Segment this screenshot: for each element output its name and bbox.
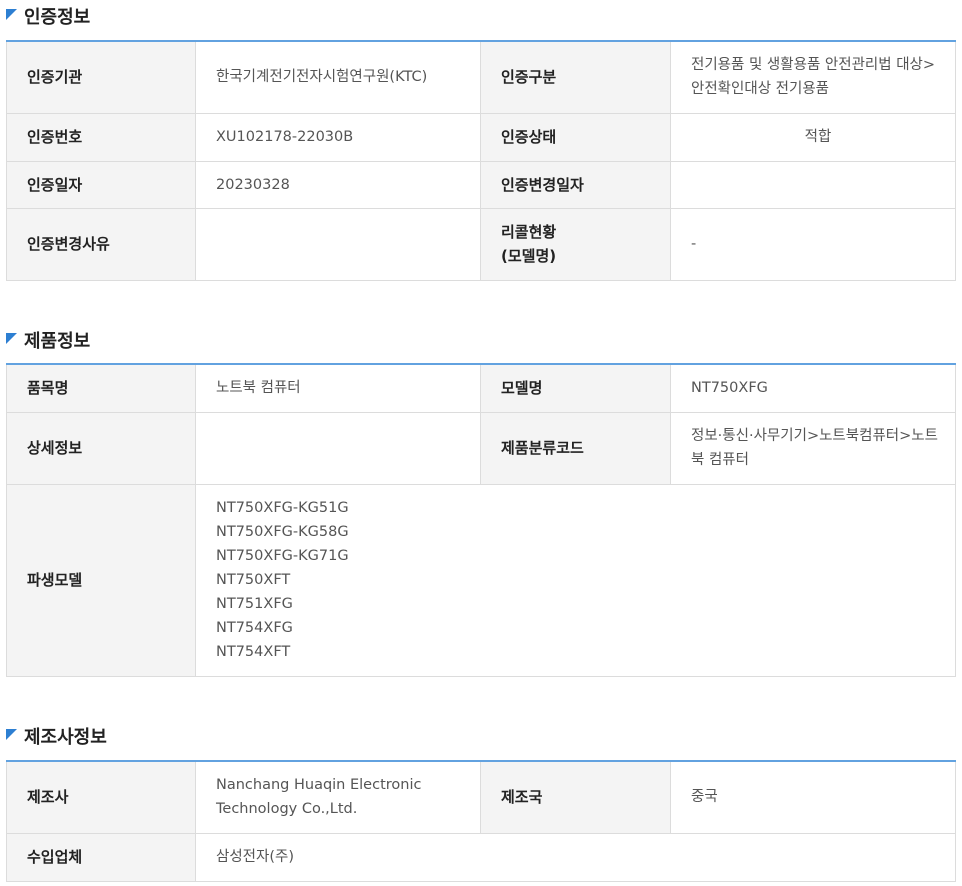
importer-label: 수입업체 [6,832,196,882]
number-label: 인증번호 [6,112,196,162]
country-value: 중국 [670,760,956,834]
product-title-text: 제품정보 [24,331,91,352]
maker-table: 제조사 Nanchang Huaqin Electronic Technolog… [6,760,956,882]
date-label: 인증일자 [6,160,196,209]
derived-model-item: NT750XFG-KG58G [216,524,349,540]
status-value: 적합 [670,112,956,162]
derived-label: 파생모델 [6,483,196,677]
recall-label-line2: (모델명) [501,247,557,265]
product-section-title: 제품정보 [6,328,90,352]
agency-value: 한국기계전기전자시험연구원(KTC) [195,40,481,114]
agency-label: 인증기관 [6,40,196,114]
recall-value: - [670,207,956,281]
type-label: 인증구분 [480,40,671,114]
maker-value: Nanchang Huaqin Electronic Technology Co… [195,760,481,834]
importer-value: 삼성전자(주) [195,832,956,882]
recall-label-line1: 리콜현황 [501,223,557,241]
code-label: 제품분류코드 [480,411,671,485]
product-table: 품목명 노트북 컴퓨터 모델명 NT750XFG 상세정보 제품분류코드 정보·… [6,363,956,677]
derived-model-item: NT750XFG-KG51G [216,500,349,516]
derived-model-item: NT754XFT [216,644,291,660]
date-value: 20230328 [195,160,481,209]
section-bullet-icon [6,8,17,20]
status-label: 인증상태 [480,112,671,162]
derived-model-item: NT750XFG-KG71G [216,548,349,564]
maker-label: 제조사 [6,760,196,834]
country-label: 제조국 [480,760,671,834]
section-bullet-icon [6,332,17,344]
item-label: 품목명 [6,363,196,413]
change-date-value [670,160,956,209]
derived-model-item: NT754XFG [216,620,293,636]
change-date-label: 인증변경일자 [480,160,671,209]
code-value: 정보·통신·사무기기>노트북컴퓨터>노트북 컴퓨터 [670,411,956,485]
cert-table: 인증기관 한국기계전기전자시험연구원(KTC) 인증구분 전기용품 및 생활용품… [6,40,956,281]
item-value: 노트북 컴퓨터 [195,363,481,413]
derived-model-item: NT751XFG [216,596,293,612]
recall-label: 리콜현황 (모델명) [480,207,671,281]
detail-label: 상세정보 [6,411,196,485]
cert-title-text: 인증정보 [24,7,91,28]
change-reason-value [195,207,481,281]
type-value: 전기용품 및 생활용품 안전관리법 대상>안전확인대상 전기용품 [670,40,956,114]
model-value: NT750XFG [670,363,956,413]
section-bullet-icon [6,728,17,740]
derived-models-list: NT750XFG-KG51G NT750XFG-KG58G NT750XFG-K… [195,483,956,677]
change-reason-label: 인증변경사유 [6,207,196,281]
maker-title-text: 제조사정보 [24,727,107,748]
model-label: 모델명 [480,363,671,413]
cert-section-title: 인증정보 [6,4,90,28]
number-value: XU102178-22030B [195,112,481,162]
maker-section-title: 제조사정보 [6,724,107,748]
detail-value [195,411,481,485]
derived-model-item: NT750XFT [216,572,291,588]
